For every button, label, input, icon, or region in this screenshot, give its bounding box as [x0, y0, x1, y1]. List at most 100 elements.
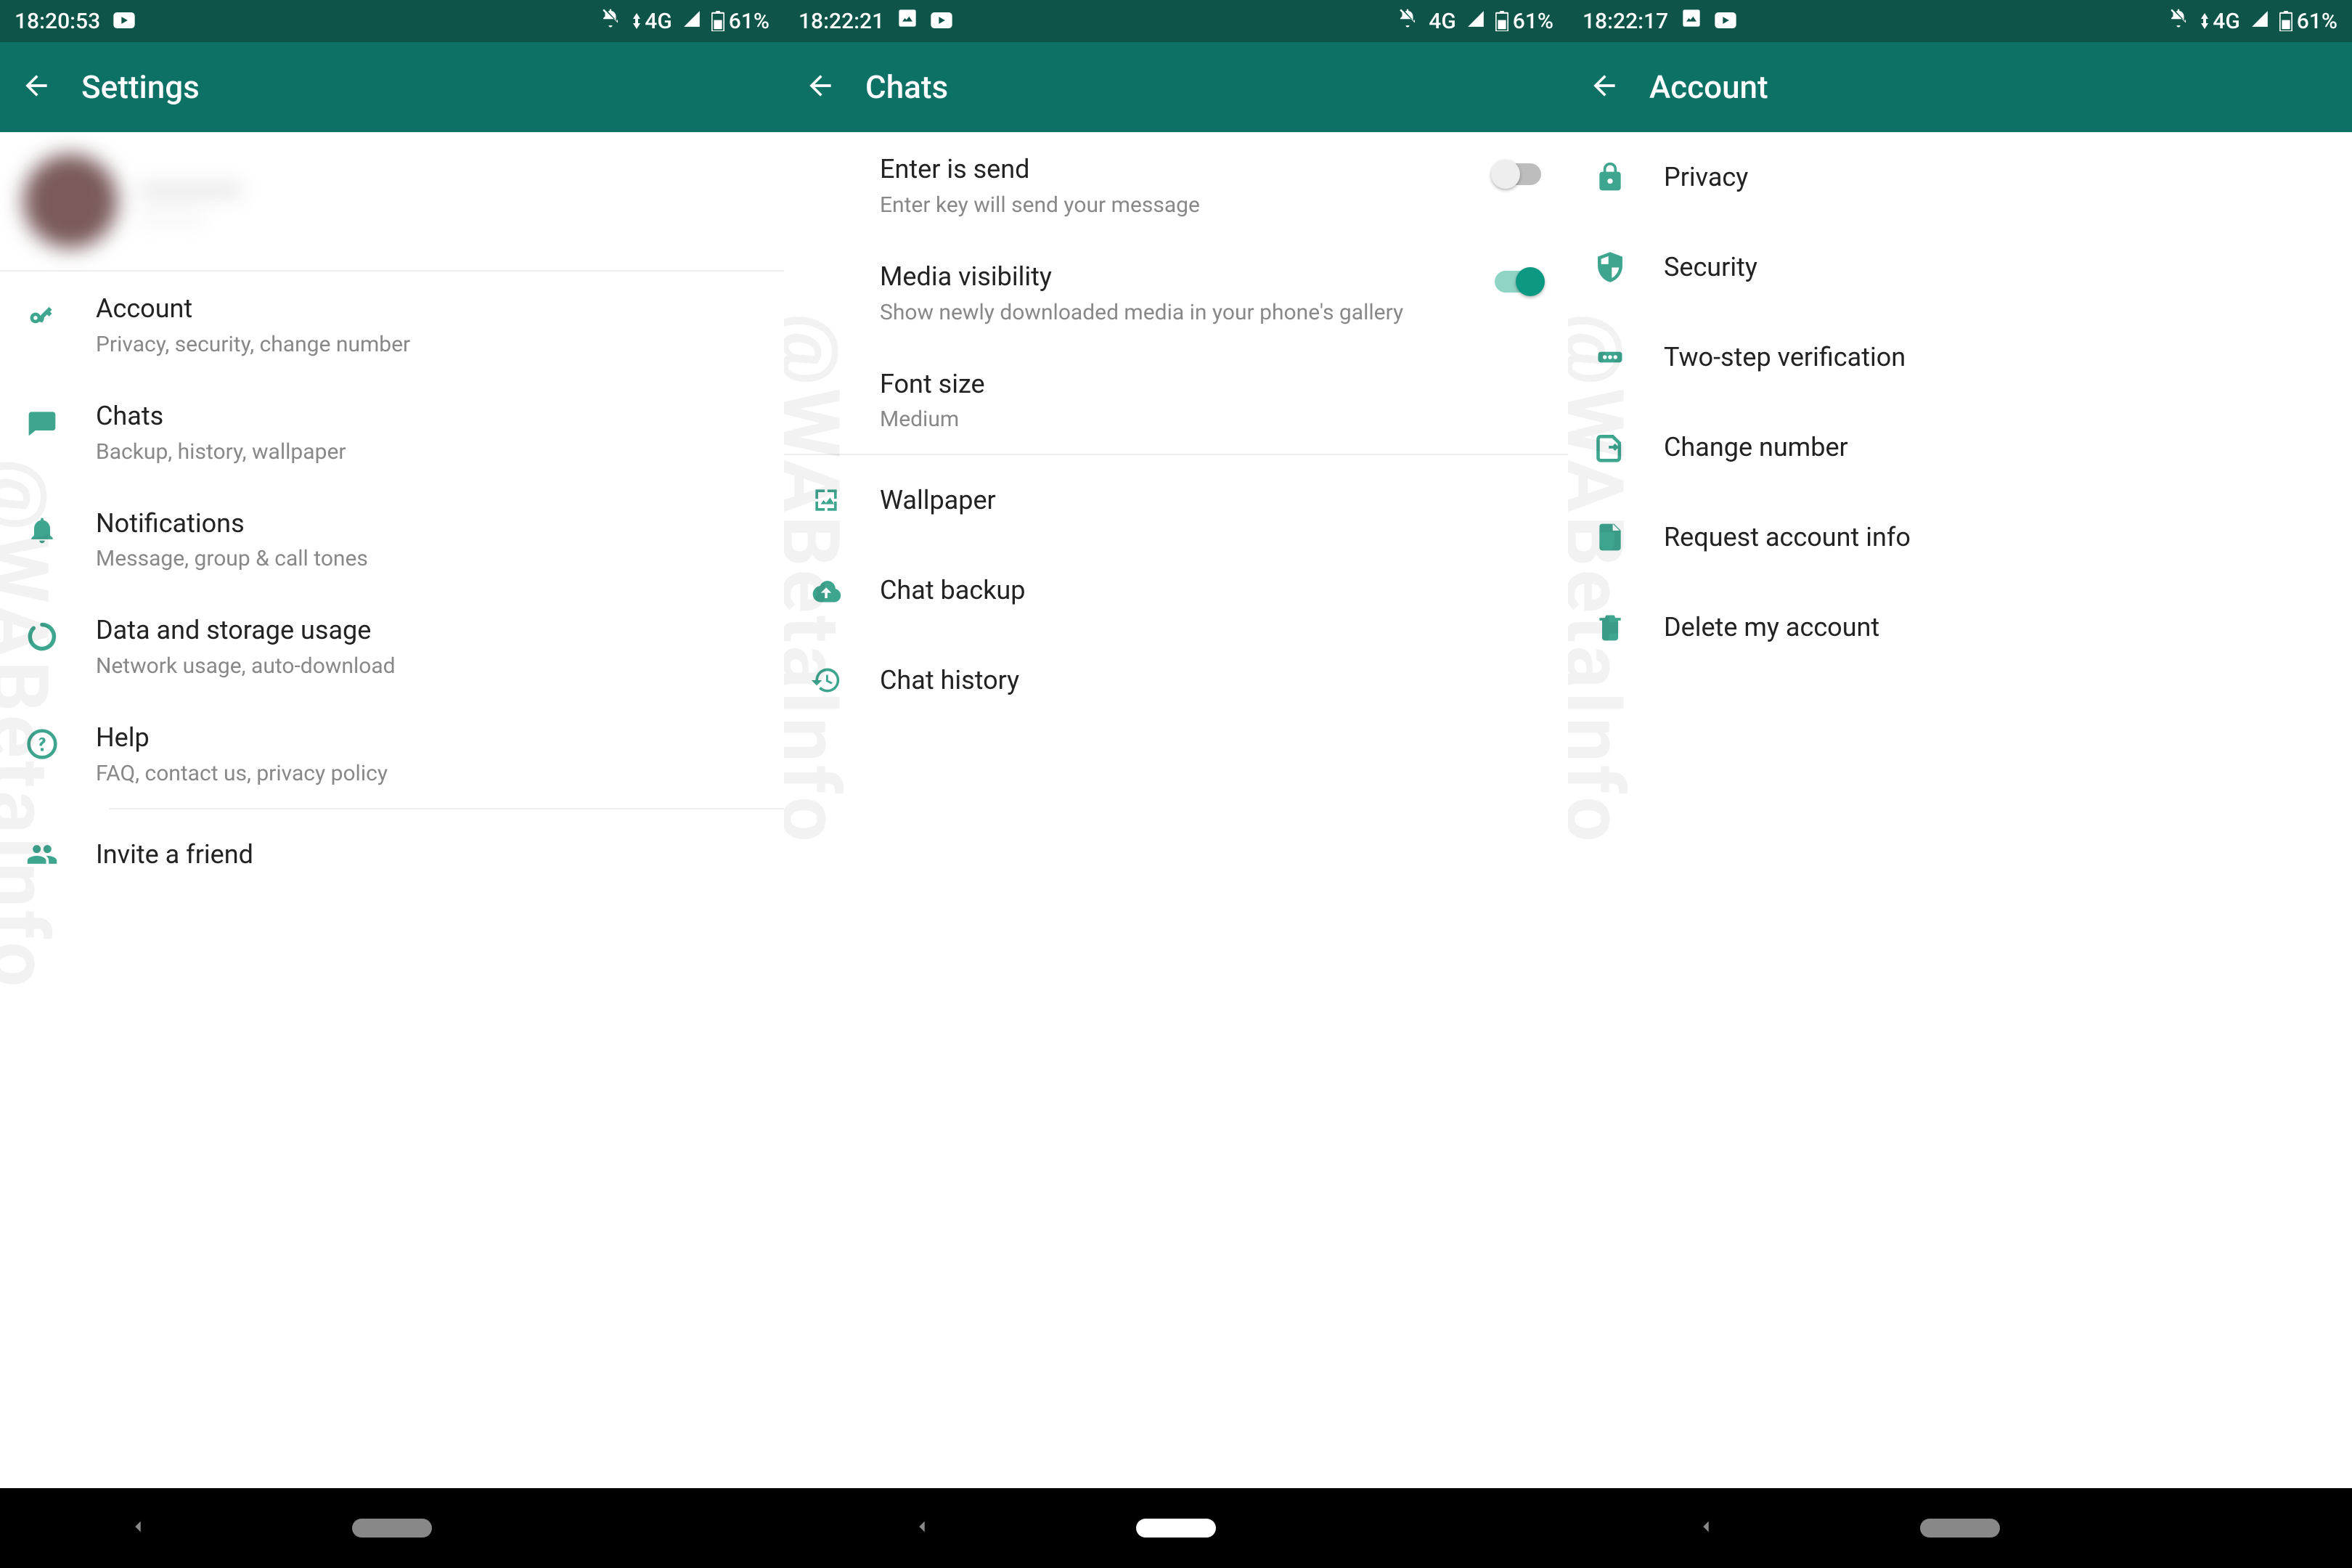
item-subtitle: Enter key will send your message: [880, 191, 1456, 219]
battery-icon: 61%: [1495, 9, 1553, 34]
youtube-icon: [113, 9, 135, 34]
battery-icon: 61%: [2279, 9, 2337, 34]
status-bar: 18:22:21 4G 61%: [784, 0, 1568, 42]
settings-item-data[interactable]: Data and storage usage Network usage, au…: [0, 593, 784, 701]
notification-off-icon: [600, 7, 621, 35]
chat-icon: [23, 404, 61, 441]
settings-item-invite[interactable]: Invite a friend: [0, 809, 784, 899]
settings-item-chats[interactable]: Chats Backup, history, wallpaper: [0, 379, 784, 486]
document-icon: [1591, 518, 1629, 556]
page-title: Chats: [865, 68, 948, 106]
network-indicator: 4G: [632, 9, 672, 34]
settings-item-help[interactable]: Help FAQ, contact us, privacy policy: [0, 701, 784, 808]
account-item-two-step[interactable]: Two-step verification: [1568, 312, 2352, 402]
item-title: Delete my account: [1664, 611, 2329, 645]
account-item-privacy[interactable]: Privacy: [1568, 132, 2352, 222]
bell-icon: [23, 511, 61, 549]
network-indicator: 4G: [1429, 9, 1456, 34]
profile-name: —————: [139, 176, 242, 205]
nav-bar: [0, 1488, 784, 1568]
item-subtitle: Medium: [880, 405, 1545, 433]
youtube-icon: [1715, 9, 1736, 34]
nav-bar: [1568, 1488, 2352, 1568]
chats-item-backup[interactable]: Chat backup: [784, 545, 1568, 635]
status-time: 18:20:53: [15, 9, 100, 34]
item-title: Privacy: [1664, 160, 2329, 195]
toggle-media-visibility[interactable]: [1491, 267, 1545, 296]
chats-item-history[interactable]: Chat history: [784, 635, 1568, 725]
history-icon: [807, 661, 845, 699]
back-icon[interactable]: [1588, 70, 1620, 105]
notification-off-icon: [1397, 7, 1418, 35]
item-title: Notifications: [96, 507, 761, 541]
sim-swap-icon: [1591, 428, 1629, 466]
item-title: Chats: [96, 399, 761, 433]
screen-settings: 18:20:53 4G 61% Settings @WABetaInfo ———…: [0, 0, 784, 1568]
status-time: 18:22:21: [799, 9, 884, 34]
account-item-request-info[interactable]: Request account info: [1568, 492, 2352, 582]
item-title: Chat history: [880, 663, 1545, 698]
item-subtitle: Network usage, auto-download: [96, 652, 761, 680]
item-title: Two-step verification: [1664, 340, 2329, 375]
account-item-delete[interactable]: Delete my account: [1568, 582, 2352, 672]
avatar: [23, 154, 118, 248]
item-subtitle: Show newly downloaded media in your phon…: [880, 298, 1456, 327]
item-title: Enter is send: [880, 152, 1456, 187]
profile-sub: ————: [139, 205, 242, 226]
status-bar: 18:20:53 4G 61%: [0, 0, 784, 42]
help-icon: [23, 725, 61, 763]
chats-item-enter-send[interactable]: Enter is send Enter key will send your m…: [784, 132, 1568, 240]
chats-content: @WABetaInfo Enter is send Enter key will…: [784, 132, 1568, 1488]
item-title: Wallpaper: [880, 483, 1545, 518]
item-subtitle: Backup, history, wallpaper: [96, 438, 761, 466]
item-subtitle: Privacy, security, change number: [96, 330, 761, 359]
nav-back-icon[interactable]: [127, 1516, 149, 1540]
app-bar: Chats: [784, 42, 1568, 132]
item-subtitle: Message, group & call tones: [96, 544, 761, 573]
signal-icon: [1466, 9, 1485, 34]
item-title: Data and storage usage: [96, 613, 761, 648]
youtube-icon: [931, 9, 952, 34]
wallpaper-icon: [807, 481, 845, 519]
chats-item-wallpaper[interactable]: Wallpaper: [784, 455, 1568, 545]
chats-item-font-size[interactable]: Font size Medium: [784, 347, 1568, 454]
chats-item-media-visibility[interactable]: Media visibility Show newly downloaded m…: [784, 240, 1568, 347]
network-indicator: 4G: [2200, 9, 2240, 34]
item-title: Help: [96, 721, 761, 755]
item-title: Account: [96, 292, 761, 326]
nav-home-pill[interactable]: [1920, 1519, 2000, 1538]
shield-icon: [1591, 248, 1629, 286]
data-usage-icon: [23, 618, 61, 656]
settings-content: @WABetaInfo ————— ———— Account Privacy, …: [0, 132, 784, 1488]
profile-row[interactable]: ————— ————: [0, 132, 784, 270]
cloud-upload-icon: [807, 571, 845, 609]
item-title: Change number: [1664, 430, 2329, 465]
people-icon: [23, 836, 61, 873]
trash-icon: [1591, 608, 1629, 646]
nav-home-pill[interactable]: [352, 1519, 432, 1538]
nav-back-icon[interactable]: [1695, 1516, 1717, 1540]
toggle-enter-send[interactable]: [1491, 160, 1545, 189]
lock-icon: [1591, 158, 1629, 196]
app-bar: Settings: [0, 42, 784, 132]
nav-home-pill[interactable]: [1136, 1519, 1216, 1538]
item-title: Media visibility: [880, 260, 1456, 294]
key-icon: [23, 296, 61, 334]
signal-icon: [682, 9, 701, 34]
back-icon[interactable]: [20, 70, 52, 105]
nav-bar: [784, 1488, 1568, 1568]
settings-item-account[interactable]: Account Privacy, security, change number: [0, 271, 784, 379]
account-item-security[interactable]: Security: [1568, 222, 2352, 312]
account-item-change-number[interactable]: Change number: [1568, 402, 2352, 492]
account-content: @WABetaInfo Privacy Security Two-step ve…: [1568, 132, 2352, 1488]
page-title: Settings: [81, 68, 200, 106]
image-icon: [897, 8, 918, 34]
item-title: Chat backup: [880, 573, 1545, 608]
nav-back-icon[interactable]: [911, 1516, 933, 1540]
settings-item-notifications[interactable]: Notifications Message, group & call tone…: [0, 486, 784, 594]
signal-icon: [2250, 9, 2269, 34]
status-bar: 18:22:17 4G 61%: [1568, 0, 2352, 42]
notification-off-icon: [2168, 7, 2189, 35]
back-icon[interactable]: [804, 70, 836, 105]
status-time: 18:22:17: [1583, 9, 1668, 34]
